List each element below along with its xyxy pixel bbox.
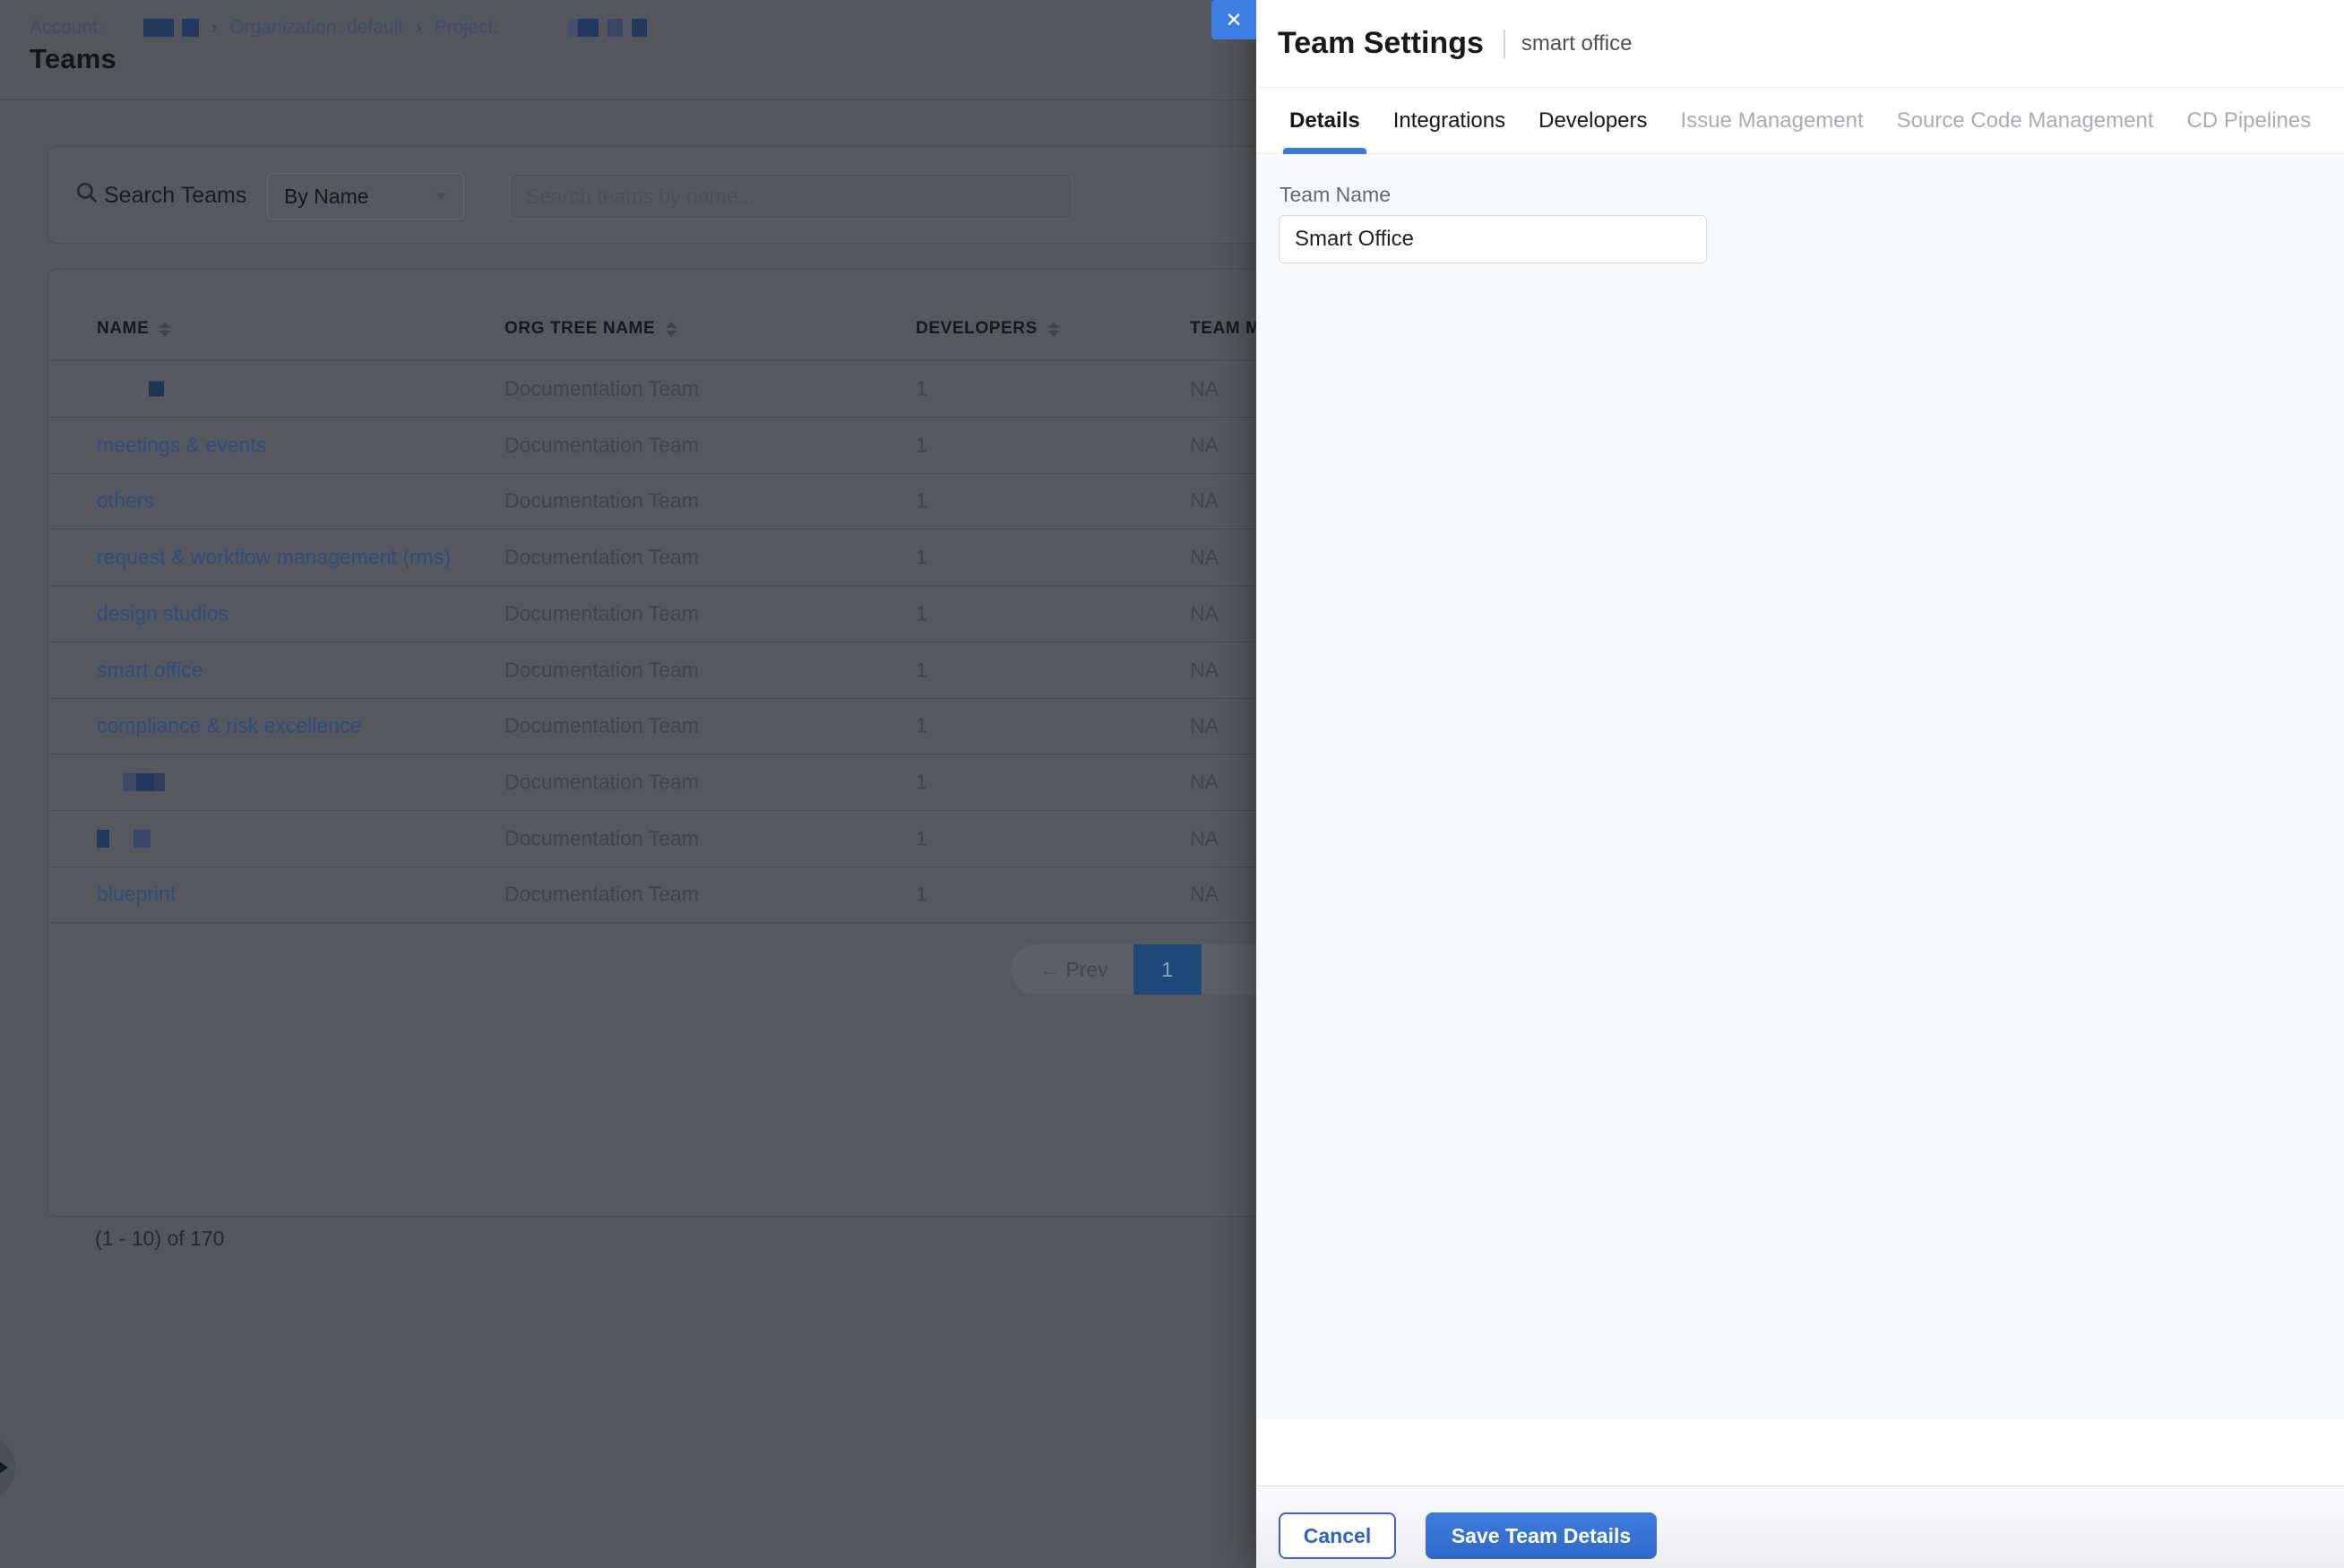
search-input[interactable] (509, 173, 1073, 220)
team-managers-cell: NA (1190, 714, 1219, 738)
org-tree-name-cell: Documentation Team (504, 770, 699, 794)
tab-issue-management: Issue Management (1681, 88, 1864, 154)
org-tree-name-cell: Documentation Team (504, 826, 699, 850)
team-managers-cell: NA (1190, 658, 1219, 682)
team-managers-cell: NA (1190, 883, 1219, 907)
redaction-block (143, 19, 174, 37)
sort-icon[interactable] (666, 322, 676, 337)
redaction-block (149, 382, 164, 397)
redaction-block (154, 773, 165, 791)
team-managers-cell: NA (1190, 826, 1219, 850)
org-tree-name-cell: Documentation Team (504, 883, 699, 907)
team-name-link[interactable]: smart office (97, 658, 203, 682)
team-managers-cell: NA (1190, 770, 1219, 794)
drawer-subtitle: smart office (1521, 31, 1633, 56)
search-filter-select[interactable]: By Name (267, 173, 464, 220)
breadcrumb-account-label[interactable]: Account: (30, 17, 103, 39)
redaction-block (568, 19, 578, 37)
arrow-right-icon (0, 1459, 8, 1477)
chevron-right-icon: › (416, 18, 422, 39)
org-tree-name-cell: Documentation Team (504, 546, 699, 570)
close-button[interactable]: ✕ (1211, 0, 1256, 39)
breadcrumb-project-label[interactable]: Project: (435, 17, 498, 39)
search-filter-value: By Name (284, 185, 369, 209)
chevron-right-icon: › (211, 18, 218, 39)
chevron-down-icon (435, 193, 447, 200)
column-header-developers[interactable]: DEVELOPERS (916, 319, 1059, 339)
cancel-button[interactable]: Cancel (1279, 1512, 1396, 1559)
team-name-redacted (97, 382, 164, 397)
redaction-block (608, 19, 623, 37)
breadcrumb-organization[interactable]: Organization: default (229, 17, 403, 39)
developers-cell: 1 (916, 770, 927, 794)
pagination-page-1[interactable]: 1 (1133, 944, 1202, 995)
sort-icon[interactable] (159, 322, 170, 337)
team-managers-cell: NA (1190, 601, 1219, 625)
developers-cell: 1 (916, 377, 927, 401)
breadcrumb-account-redaction (103, 19, 199, 37)
tab-source-code-management: Source Code Management (1897, 88, 2154, 154)
breadcrumb: Account: › Organization: default › Proje… (30, 17, 647, 39)
column-header-name[interactable]: NAME (97, 319, 170, 339)
title-separator (1504, 30, 1505, 58)
redaction-block (97, 830, 109, 848)
developers-cell: 1 (916, 546, 927, 570)
sort-icon[interactable] (1048, 322, 1059, 337)
tab-cd-pipelines: CD Pipelines (2187, 88, 2312, 154)
org-tree-name-cell: Documentation Team (504, 658, 699, 682)
org-tree-name-cell: Documentation Team (504, 601, 699, 625)
redaction-block (136, 773, 154, 791)
sidebar-expand-button[interactable] (0, 1433, 15, 1502)
org-tree-name-cell: Documentation Team (504, 377, 699, 401)
search-teams-label: Search Teams (104, 183, 246, 209)
search-icon (75, 181, 99, 204)
developers-cell: 1 (916, 658, 927, 682)
team-managers-cell: NA (1190, 489, 1219, 513)
redaction-block (123, 773, 136, 791)
org-tree-name-cell: Documentation Team (504, 714, 699, 738)
team-name-link[interactable]: design studios (97, 601, 228, 625)
breadcrumb-project-redaction (498, 19, 647, 37)
tab-integrations[interactable]: Integrations (1393, 88, 1505, 154)
tab-developers[interactable]: Developers (1538, 88, 1647, 154)
team-name-redacted (97, 773, 165, 791)
team-name-link[interactable]: request & workflow management (rms) (97, 546, 451, 570)
developers-cell: 1 (916, 826, 927, 850)
team-settings-drawer: ✕ Team Settings smart office DetailsInte… (1256, 0, 2344, 1568)
redaction-block (182, 19, 199, 37)
drawer-content: Team Name (1256, 154, 2344, 1419)
redaction-block (134, 830, 151, 848)
redaction-block (578, 19, 599, 37)
developers-cell: 1 (916, 601, 927, 625)
team-name-link[interactable]: compliance & risk excellence (97, 714, 361, 738)
team-name-input[interactable] (1279, 215, 1707, 263)
column-header-org-tree-name[interactable]: ORG TREE NAME (504, 319, 676, 339)
developers-cell: 1 (916, 714, 927, 738)
developers-cell: 1 (916, 433, 927, 457)
drawer-header: Team Settings smart office (1256, 0, 2344, 88)
team-name-link[interactable]: meetings & events (97, 433, 266, 457)
team-managers-cell: NA (1190, 377, 1219, 401)
developers-cell: 1 (916, 883, 927, 907)
org-tree-name-cell: Documentation Team (504, 433, 699, 457)
team-name-link[interactable]: blueprint (97, 883, 176, 907)
team-managers-cell: NA (1190, 433, 1219, 457)
pagination-summary: (1 - 10) of 170 (95, 1227, 224, 1251)
page-title: Teams (30, 43, 116, 75)
team-name-link[interactable]: others (97, 489, 154, 513)
pagination-prev-button[interactable]: ← Prev (1011, 958, 1133, 982)
redaction-block (632, 19, 647, 37)
org-tree-name-cell: Documentation Team (504, 489, 699, 513)
tab-details[interactable]: Details (1289, 88, 1360, 154)
drawer-tabs: Details Integrations Developers Issue Manag… (1256, 88, 2344, 154)
save-team-details-button[interactable]: Save Team Details (1426, 1512, 1657, 1559)
team-name-label: Team Name (1280, 183, 1391, 207)
developers-cell: 1 (916, 489, 927, 513)
team-managers-cell: NA (1190, 546, 1219, 570)
team-name-redacted (97, 830, 151, 848)
drawer-footer: Cancel Save Team Details (1256, 1486, 2344, 1568)
drawer-title: Team Settings (1278, 26, 1484, 61)
